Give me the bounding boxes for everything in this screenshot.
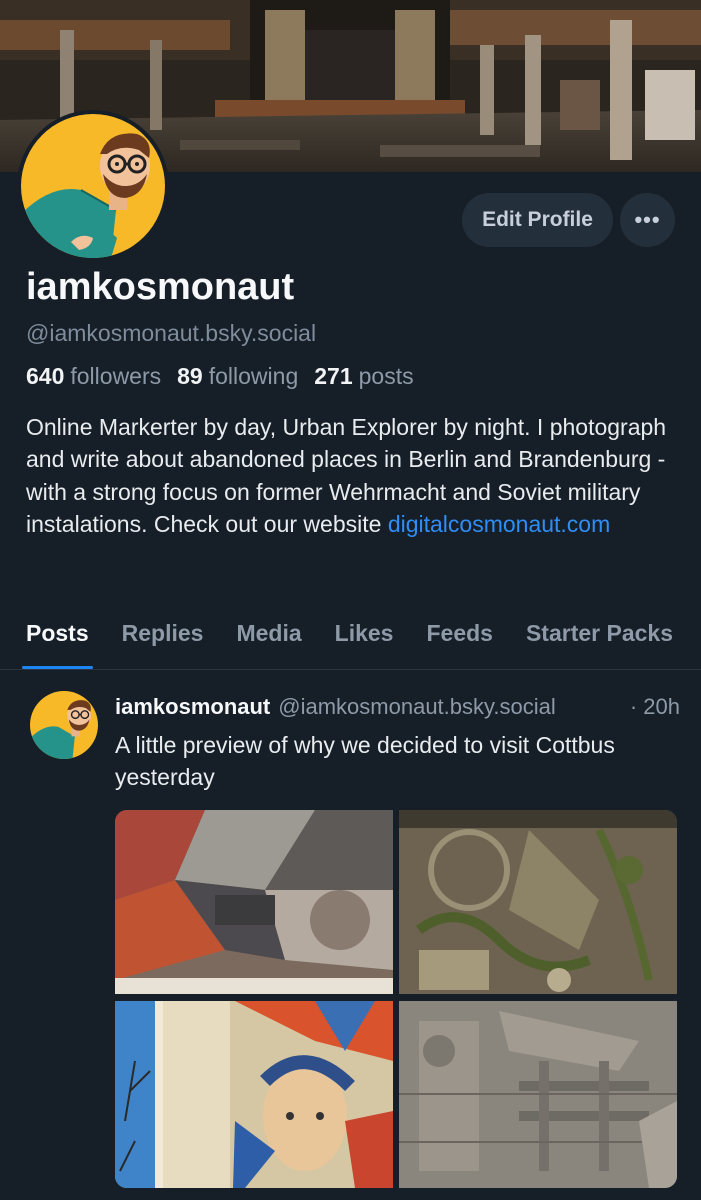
more-options-button[interactable]: ••• (620, 193, 675, 247)
tab-feeds[interactable]: Feeds (426, 600, 492, 669)
profile-tabs: Posts Replies Media Likes Feeds Starter … (0, 600, 701, 670)
mosaic-image (115, 1001, 393, 1188)
profile-display-name: iamkosmonaut (26, 266, 295, 308)
tab-replies[interactable]: Replies (122, 600, 204, 669)
tab-starter-packs[interactable]: Starter Packs (526, 600, 673, 669)
tab-media[interactable]: Media (236, 600, 301, 669)
post-image-3[interactable] (115, 1001, 393, 1188)
post-image-2[interactable] (399, 810, 677, 994)
post-author-avatar[interactable] (30, 691, 98, 759)
posts-count: 271 (314, 363, 353, 389)
post-image-1[interactable] (115, 810, 393, 994)
bio-website-link[interactable]: digitalcosmonaut.com (388, 511, 610, 537)
post-avatar-illustration (30, 691, 98, 759)
post-author-handle[interactable]: @iamkosmonaut.bsky.social (278, 694, 616, 720)
following-count: 89 (177, 363, 203, 389)
followers-count: 640 (26, 363, 65, 389)
posts-stat: 271 posts (314, 363, 413, 390)
following-stat[interactable]: 89 following (177, 363, 298, 390)
stone-relief-image (399, 1001, 677, 1188)
relief-image (399, 810, 677, 994)
posts-label: posts (358, 363, 414, 389)
following-label: following (208, 363, 299, 389)
post-author-name[interactable]: iamkosmonaut (115, 694, 270, 720)
post-image-4[interactable] (399, 1001, 677, 1188)
edit-profile-button[interactable]: Edit Profile (462, 193, 613, 247)
ellipsis-icon: ••• (634, 207, 661, 232)
post-image-grid (115, 810, 677, 1188)
profile-bio: Online Markerter by day, Urban Explorer … (26, 411, 686, 541)
post-header: iamkosmonaut @iamkosmonaut.bsky.social ·… (115, 694, 680, 720)
profile-stats: 640 followers 89 following 271 posts (26, 363, 414, 390)
profile-avatar[interactable] (17, 110, 169, 262)
followers-label: followers (70, 363, 162, 389)
post-timestamp[interactable]: · 20h (630, 694, 680, 720)
post-text: A little preview of why we decided to vi… (115, 732, 615, 790)
followers-stat[interactable]: 640 followers (26, 363, 161, 390)
profile-handle: @iamkosmonaut.bsky.social (26, 320, 317, 346)
avatar-illustration (21, 114, 165, 258)
mural-image (115, 810, 393, 994)
tab-posts[interactable]: Posts (22, 600, 93, 669)
tab-likes[interactable]: Likes (335, 600, 394, 669)
